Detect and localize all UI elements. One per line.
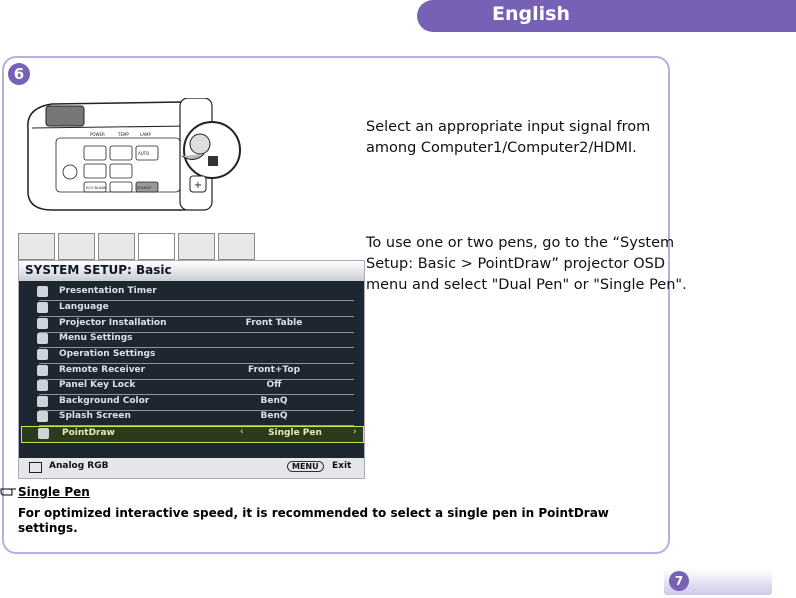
osd-row-value: Single Pen (268, 428, 322, 438)
remote-receiver-icon (37, 365, 48, 376)
osd-source-label: Analog RGB (49, 461, 109, 471)
osd-row-label: Projector Installation (59, 318, 167, 328)
osd-row-label: Language (59, 302, 109, 312)
note-heading: Single Pen (18, 485, 90, 499)
picture-advanced-icon[interactable] (58, 233, 95, 260)
osd-row-value: Front+Top (247, 365, 301, 375)
source-label: SOURCE (137, 186, 151, 190)
pen-icon (38, 428, 49, 439)
splash-screen-icon (37, 411, 48, 422)
svg-text:+: + (194, 180, 202, 191)
instruction-pen-2: Setup: Basic > PointDraw” projector OSD (366, 256, 665, 272)
osd-row-presentation-timer[interactable]: Presentation Timer (37, 285, 354, 301)
osd-row-label: Panel Key Lock (59, 380, 136, 390)
step-number-badge: 6 (8, 63, 30, 85)
osd-row-remote-receiver[interactable]: Remote Receiver Front+Top (37, 364, 354, 380)
language-tab-label: English (492, 3, 570, 25)
osd-row-background-color[interactable]: Background Color BenQ (37, 395, 354, 411)
menu-icon (37, 333, 48, 344)
system-setup-basic-icon[interactable] (138, 233, 175, 260)
osd-row-label: Splash Screen (59, 411, 131, 421)
power-label: POWER (90, 132, 105, 137)
osd-menu: SYSTEM SETUP: Basic Presentation Timer L… (18, 233, 365, 479)
osd-row-value: BenQ (260, 411, 288, 421)
osd-row-panel-key-lock[interactable]: Panel Key Lock Off (37, 379, 354, 395)
language-icon (37, 302, 48, 313)
system-setup-advanced-icon[interactable] (178, 233, 215, 260)
osd-title: SYSTEM SETUP: Basic (25, 263, 172, 277)
osd-exit-label: Exit (332, 461, 352, 471)
osd-header: SYSTEM SETUP: Basic (19, 261, 364, 281)
osd-row-label: Background Color (59, 396, 150, 406)
osd-row-label: Remote Receiver (59, 365, 146, 375)
menu-key-badge: MENU (287, 461, 324, 472)
chevron-right-icon[interactable]: › (353, 427, 357, 437)
key-lock-icon (37, 380, 48, 391)
osd-row-operation-settings[interactable]: Operation Settings (37, 348, 354, 364)
instruction-select-input-2: among Computer1/Computer2/HDMI. (366, 140, 637, 156)
chevron-left-icon[interactable]: ‹ (240, 427, 244, 437)
osd-row-label: PointDraw (62, 428, 115, 438)
osd-row-value: BenQ (260, 396, 288, 406)
projector-control-panel-illustration: POWER TEMP LAMP AUTO ECO BLANK SOURCE + (27, 98, 241, 211)
osd-tab-bar (18, 233, 258, 260)
page-number: 7 (669, 571, 689, 591)
operation-icon (37, 349, 48, 360)
information-icon[interactable] (218, 233, 255, 260)
osd-row-value: Off (266, 380, 282, 390)
osd-footer: Analog RGB MENU Exit (19, 458, 364, 478)
background-color-icon (37, 396, 48, 407)
note-body: For optimized interactive speed, it is r… (18, 506, 609, 535)
osd-row-language[interactable]: Language (37, 301, 354, 317)
instruction-pen-1: To use one or two pens, go to the “Syste… (366, 235, 675, 251)
osd-row-pointdraw[interactable]: PointDraw ‹ Single Pen › (21, 426, 364, 443)
timer-icon (37, 286, 48, 297)
projector-icon (37, 318, 48, 329)
auto-label: AUTO (138, 151, 149, 156)
osd-row-label: Menu Settings (59, 333, 133, 343)
picture-icon[interactable] (18, 233, 55, 260)
osd-row-label: Operation Settings (59, 349, 156, 359)
pointing-hand-icon (0, 488, 16, 496)
osd-row-splash-screen[interactable]: Splash Screen BenQ (37, 410, 354, 426)
instruction-select-input-1: Select an appropriate input signal from (366, 119, 651, 135)
lamp-label: LAMP (140, 132, 152, 137)
osd-row-menu-settings[interactable]: Menu Settings (37, 332, 354, 348)
osd-row-projector-installation[interactable]: Projector Installation Front Table (37, 317, 354, 333)
osd-row-label: Presentation Timer (59, 286, 157, 296)
display-icon[interactable] (98, 233, 135, 260)
language-tab: English (417, 0, 796, 32)
osd-panel: SYSTEM SETUP: Basic Presentation Timer L… (18, 260, 365, 479)
input-source-icon (29, 462, 42, 473)
eco-blank-label: ECO BLANK (86, 186, 107, 190)
osd-row-value: Front Table (245, 318, 303, 328)
temp-label: TEMP (117, 132, 129, 137)
instruction-pen-3: menu and select "Dual Pen" or "Single Pe… (366, 277, 687, 293)
